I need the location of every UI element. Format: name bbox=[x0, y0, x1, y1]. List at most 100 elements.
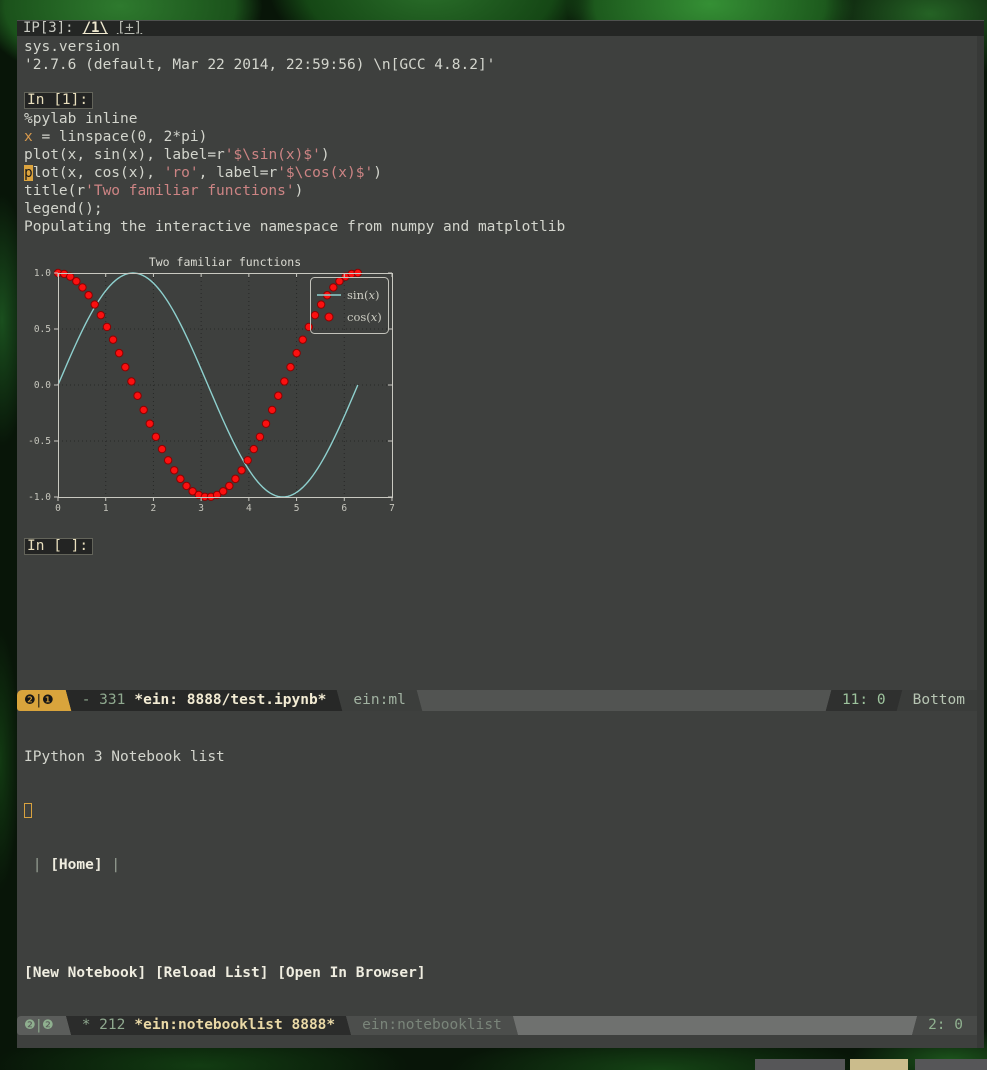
buffer-line: title(r'Two familiar functions') bbox=[24, 182, 565, 200]
svg-text:1: 1 bbox=[103, 503, 109, 514]
open-in-browser-button[interactable]: [Open In Browser] bbox=[277, 965, 425, 981]
code-text: lot(x, cos(x), bbox=[33, 165, 164, 181]
breadcrumb-pipe: | bbox=[24, 857, 50, 873]
svg-text:3: 3 bbox=[198, 503, 204, 514]
code-text: Populating the interactive namespace fro… bbox=[24, 219, 565, 235]
code-text: plot(x, sin(x), label=r bbox=[24, 147, 225, 163]
modeline-buffer-segment: * 212 *ein:notebooklist 8888* bbox=[75, 1016, 342, 1035]
svg-text:2: 2 bbox=[151, 503, 157, 514]
add-worksheet-button[interactable]: [+] bbox=[117, 20, 142, 36]
powerline-separator bbox=[413, 690, 426, 711]
powerline-separator bbox=[333, 690, 346, 711]
cursor-position: 2: 0 bbox=[921, 1016, 977, 1035]
modeline-notebook: ❷|❶ - 331 *ein: 8888/test.ipynb* ein:ml 1… bbox=[17, 690, 977, 711]
powerline-separator bbox=[908, 1016, 921, 1035]
buffer-line: In [1]: bbox=[24, 92, 565, 110]
line-column: 2: 0 bbox=[928, 1016, 963, 1035]
emacs-frame: IP[3]: /1\ [+] sys.version '2.7.6 (default,… bbox=[17, 20, 984, 1048]
cell-input-prompt: In [ ]: bbox=[24, 538, 93, 555]
string-literal: '$\sin(x)$' bbox=[225, 147, 321, 163]
breadcrumb: | [Home] | bbox=[24, 856, 426, 874]
code-text: , label=r bbox=[199, 165, 278, 181]
svg-text:-1.0: -1.0 bbox=[28, 492, 51, 503]
code-text: legend(); bbox=[24, 201, 103, 217]
svg-text:-0.5: -0.5 bbox=[28, 436, 51, 447]
svg-text:sin(x): sin(x) bbox=[347, 288, 379, 302]
svg-text:cos(x): cos(x) bbox=[347, 310, 382, 324]
code-text: title(r bbox=[24, 183, 85, 199]
cell-input-prompt: In [1]: bbox=[24, 92, 93, 109]
taskbar-window-button[interactable] bbox=[915, 1059, 987, 1070]
window-numbers: ❷|❶ bbox=[24, 690, 55, 711]
inactive-cursor bbox=[24, 803, 32, 818]
reload-list-button[interactable]: [Reload List] bbox=[155, 965, 269, 981]
buffer-line: Populating the interactive namespace fro… bbox=[24, 218, 565, 236]
modeline-filler bbox=[522, 1016, 908, 1035]
svg-text:6: 6 bbox=[341, 503, 347, 514]
notebook-kernel-label: IP[3]: bbox=[23, 20, 74, 36]
buffer-line: '2.7.6 (default, Mar 22 2014, 22:59:56) … bbox=[24, 56, 565, 74]
svg-text:4: 4 bbox=[246, 503, 252, 514]
code-text: sys.version bbox=[24, 39, 120, 55]
code-text: ) bbox=[321, 147, 330, 163]
buffer-line bbox=[24, 74, 565, 92]
svg-text:0.5: 0.5 bbox=[34, 324, 51, 335]
new-notebook-button[interactable]: [New Notebook] bbox=[24, 965, 146, 981]
scroll-label: Bottom bbox=[913, 690, 965, 711]
taskbar-window-button[interactable] bbox=[755, 1059, 845, 1070]
code-text: '2.7.6 (default, Mar 22 2014, 22:59:56) … bbox=[24, 57, 495, 73]
powerline-separator bbox=[62, 1016, 75, 1035]
buffer-line: sys.version bbox=[24, 38, 565, 56]
buffer-line: plot(x, sin(x), label=r'$\sin(x)$') bbox=[24, 146, 565, 164]
string-literal: '$\cos(x)$' bbox=[277, 165, 373, 181]
major-mode-segment: ein:ml bbox=[346, 690, 412, 711]
notebooklist-buffer: IPython 3 Notebook list | [Home] | [New … bbox=[24, 712, 426, 1048]
cursor-position: 11: 0 bbox=[835, 690, 893, 711]
home-button[interactable]: [Home] bbox=[50, 857, 102, 873]
svg-text:1.0: 1.0 bbox=[34, 268, 51, 279]
buffer-line: %pylab inline bbox=[24, 110, 565, 128]
notebooklist-title: IPython 3 Notebook list bbox=[24, 749, 225, 765]
scroll-position: Bottom bbox=[906, 690, 977, 711]
powerline-separator bbox=[62, 690, 75, 711]
code-text: x bbox=[24, 129, 33, 145]
blank-line bbox=[24, 910, 426, 928]
modeline-line-count: * 212 bbox=[82, 1016, 126, 1035]
text-cursor: p bbox=[24, 165, 33, 181]
powerline-separator bbox=[509, 1016, 522, 1035]
empty-cell[interactable]: In [ ]: bbox=[24, 538, 93, 555]
buffer-name[interactable]: *ein: 8888/test.ipynb* bbox=[134, 690, 326, 711]
notebooklist-actions: [New Notebook] [Reload List] [Open In Br… bbox=[24, 964, 426, 982]
plot-canvas: 0 1 2 3 4 5 6 7 -1.0 -0.5 0.0 0.5 1.0 Two familiar fu… bbox=[25, 253, 440, 517]
code-text: %pylab inline bbox=[24, 111, 138, 127]
svg-text:0: 0 bbox=[55, 503, 61, 514]
powerline-separator bbox=[342, 1016, 355, 1035]
modeline-filler bbox=[426, 690, 822, 711]
matplotlib-figure: 0 1 2 3 4 5 6 7 -1.0 -0.5 0.0 0.5 1.0 Two familiar fu… bbox=[25, 253, 440, 517]
major-mode[interactable]: ein:ml bbox=[353, 690, 405, 711]
frame-content: sys.version '2.7.6 (default, Mar 22 2014,… bbox=[17, 36, 977, 1048]
major-mode[interactable]: ein:notebooklist bbox=[362, 1016, 502, 1035]
modeline-buffer-segment: - 331 *ein: 8888/test.ipynb* bbox=[75, 690, 334, 711]
svg-text:5: 5 bbox=[294, 503, 300, 514]
powerline-separator bbox=[893, 690, 906, 711]
svg-text:7: 7 bbox=[389, 503, 395, 514]
worksheet-tab[interactable]: /1\ bbox=[83, 20, 108, 36]
ein-notebook-header: IP[3]: /1\ [+] bbox=[17, 20, 984, 36]
code-text: ) bbox=[295, 183, 304, 199]
code-text: ) bbox=[373, 165, 382, 181]
modeline-line-count: - 331 bbox=[82, 690, 126, 711]
buffer-line: legend(); bbox=[24, 200, 565, 218]
buffer-name[interactable]: *ein:notebooklist 8888* bbox=[134, 1016, 335, 1035]
taskbar-window-button-active[interactable] bbox=[850, 1059, 908, 1070]
svg-text:Two familiar functions: Two familiar functions bbox=[149, 255, 301, 269]
line-column: 11: 0 bbox=[842, 690, 886, 711]
right-fringe bbox=[977, 36, 984, 1048]
svg-text:0.0: 0.0 bbox=[34, 380, 51, 391]
string-literal: 'ro' bbox=[164, 165, 199, 181]
string-literal: 'Two familiar functions' bbox=[85, 183, 295, 199]
modeline-notebooklist: ❷|❷ * 212*ein:notebooklist 8888* ein:not… bbox=[17, 1016, 977, 1035]
notebooklist-title-line: IPython 3 Notebook list bbox=[24, 748, 426, 766]
code-text: = linspace(0, 2*pi) bbox=[33, 129, 208, 145]
powerline-separator bbox=[822, 690, 835, 711]
